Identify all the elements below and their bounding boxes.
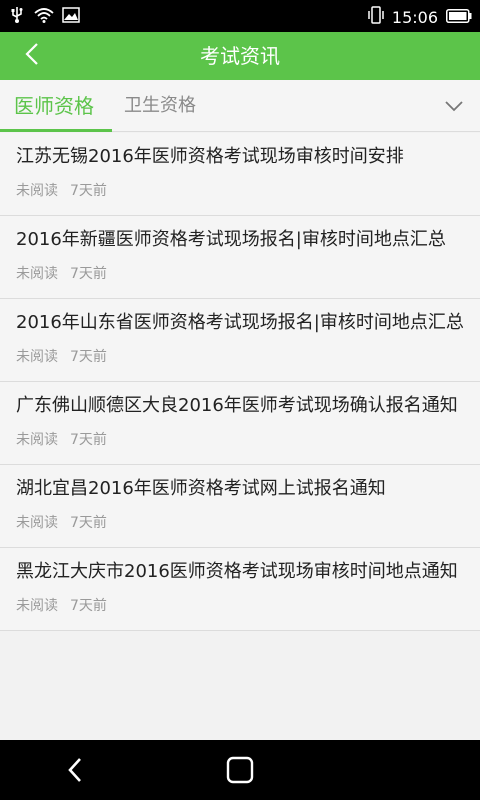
article-time: 7天前 <box>70 515 107 531</box>
expand-tabs-button[interactable] <box>440 92 468 120</box>
list-item[interactable]: 湖北宜昌2016年医师资格考试网上试报名通知 未阅读 7天前 <box>0 465 480 548</box>
read-status: 未阅读 <box>16 432 58 448</box>
article-title: 广东佛山顺德区大良2016年医师考试现场确认报名通知 <box>16 395 458 416</box>
article-time: 7天前 <box>70 266 107 282</box>
status-time: 15:06 <box>391 7 438 27</box>
article-title: 2016年新疆医师资格考试现场报名|审核时间地点汇总 <box>16 229 446 250</box>
list-item[interactable]: 2016年新疆医师资格考试现场报名|审核时间地点汇总 未阅读 7天前 <box>0 216 480 299</box>
list-item[interactable]: 广东佛山顺德区大良2016年医师考试现场确认报名通知 未阅读 7天前 <box>0 382 480 465</box>
status-bar: 15:06 <box>0 0 480 32</box>
read-status: 未阅读 <box>16 515 58 531</box>
app-header: 考试资讯 <box>0 32 480 80</box>
tab-health-qualification[interactable]: 卫生资格 <box>124 92 196 120</box>
read-status: 未阅读 <box>16 266 58 282</box>
article-title: 江苏无锡2016年医师资格考试现场审核时间安排 <box>16 146 404 167</box>
vibrate-icon <box>368 6 384 28</box>
nav-home-button[interactable] <box>224 754 256 786</box>
article-time: 7天前 <box>70 432 107 448</box>
battery-icon <box>446 8 472 27</box>
nav-home-icon <box>224 756 256 790</box>
active-tab-indicator <box>0 129 112 132</box>
article-meta: 未阅读 7天前 <box>16 430 464 450</box>
chevron-down-icon <box>444 97 464 116</box>
read-status: 未阅读 <box>16 349 58 365</box>
read-status: 未阅读 <box>16 183 58 199</box>
article-time: 7天前 <box>70 598 107 614</box>
nav-back-icon <box>60 758 92 790</box>
article-list: 江苏无锡2016年医师资格考试现场审核时间安排 未阅读 7天前 2016年新疆医师… <box>0 133 480 631</box>
system-nav-bar <box>0 740 480 800</box>
nav-back-button[interactable] <box>60 754 92 786</box>
article-meta: 未阅读 7天前 <box>16 347 464 367</box>
article-meta: 未阅读 7天前 <box>16 181 464 201</box>
article-meta: 未阅读 7天前 <box>16 264 464 284</box>
read-status: 未阅读 <box>16 598 58 614</box>
article-meta: 未阅读 7天前 <box>16 596 464 616</box>
article-meta: 未阅读 7天前 <box>16 513 464 533</box>
article-title: 黑龙江大庆市2016医师资格考试现场审核时间地点通知 <box>16 561 458 582</box>
back-button[interactable] <box>18 42 46 70</box>
list-item[interactable]: 2016年山东省医师资格考试现场报名|审核时间地点汇总 未阅读 7天前 <box>0 299 480 382</box>
list-item[interactable]: 江苏无锡2016年医师资格考试现场审核时间安排 未阅读 7天前 <box>0 133 480 216</box>
usb-debug-icon <box>8 6 26 28</box>
image-icon <box>62 7 80 27</box>
chevron-left-icon <box>24 42 40 70</box>
article-time: 7天前 <box>70 183 107 199</box>
article-title: 湖北宜昌2016年医师资格考试网上试报名通知 <box>16 478 386 499</box>
page-title: 考试资讯 <box>200 44 280 68</box>
category-tabs: 医师资格 卫生资格 <box>0 80 480 132</box>
list-item[interactable]: 黑龙江大庆市2016医师资格考试现场审核时间地点通知 未阅读 7天前 <box>0 548 480 631</box>
article-time: 7天前 <box>70 349 107 365</box>
wifi-icon <box>34 7 54 27</box>
article-title: 2016年山东省医师资格考试现场报名|审核时间地点汇总 <box>16 312 464 333</box>
tab-physician-qualification[interactable]: 医师资格 <box>14 92 94 120</box>
